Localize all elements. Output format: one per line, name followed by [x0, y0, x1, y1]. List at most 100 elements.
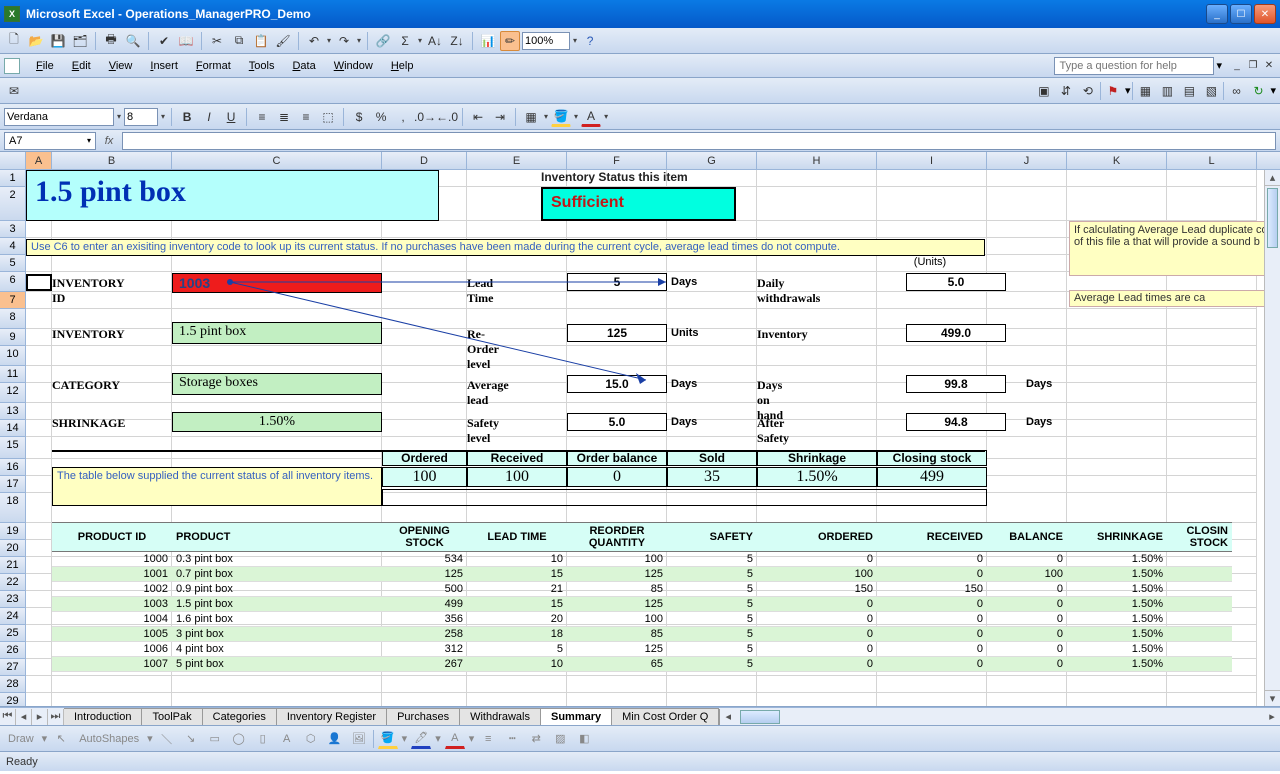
- close-button[interactable]: ✕: [1254, 4, 1276, 24]
- oval-icon[interactable]: ◯: [229, 729, 249, 749]
- row-header-3[interactable]: 3: [0, 221, 26, 238]
- col-header-C[interactable]: C: [172, 152, 382, 169]
- fill-color-icon[interactable]: 🪣: [551, 107, 571, 127]
- table-row[interactable]: 10053 pint box258188550001.50%: [52, 627, 1232, 642]
- open-icon[interactable]: 📂: [26, 31, 46, 51]
- select-objects-icon[interactable]: ↖: [51, 729, 71, 749]
- row-header-28[interactable]: 28: [0, 676, 26, 693]
- row-header-19[interactable]: 19: [0, 523, 26, 540]
- sheet-tab-inventory-register[interactable]: Inventory Register: [277, 708, 387, 725]
- font-color2-icon[interactable]: A: [445, 729, 465, 749]
- row-header-15[interactable]: 15: [0, 437, 26, 459]
- print-icon[interactable]: 🖶: [101, 31, 121, 51]
- sheet-tab-summary[interactable]: Summary: [541, 708, 612, 725]
- format-painter-icon[interactable]: 🖌: [273, 31, 293, 51]
- italic-icon[interactable]: I: [199, 107, 219, 127]
- table-row[interactable]: 10064 pint box312512550001.50%: [52, 642, 1232, 657]
- envelope-icon[interactable]: ✉: [4, 81, 24, 101]
- tab-nav-next[interactable]: ▸: [32, 709, 48, 725]
- row-header-6[interactable]: 6: [0, 272, 26, 292]
- table-row[interactable]: 10010.7 pint box12515125510001001.50%: [52, 567, 1232, 582]
- dash-style-icon[interactable]: ┅: [502, 729, 522, 749]
- row-header-29[interactable]: 29: [0, 693, 26, 707]
- menu-help[interactable]: Help: [383, 58, 422, 74]
- doc-minimize-button[interactable]: _: [1230, 59, 1244, 73]
- vertical-scrollbar[interactable]: ▴ ▾: [1264, 170, 1280, 706]
- select-all-corner[interactable]: [0, 152, 26, 169]
- menu-data[interactable]: Data: [284, 58, 323, 74]
- tab-nav-last[interactable]: ⏭: [48, 709, 64, 725]
- row-header-14[interactable]: 14: [0, 420, 26, 437]
- new-icon[interactable]: 🗋: [4, 31, 24, 51]
- rectangle-icon[interactable]: ▭: [205, 729, 225, 749]
- picture-icon[interactable]: 🖼: [349, 729, 369, 749]
- scroll-thumb[interactable]: [1267, 188, 1278, 248]
- cut-icon[interactable]: ✂: [207, 31, 227, 51]
- hscroll-right-icon[interactable]: ▸: [1264, 709, 1280, 725]
- sheet-tab-toolpak[interactable]: ToolPak: [142, 708, 202, 725]
- row-header-12[interactable]: 12: [0, 383, 26, 403]
- merge-cells-icon[interactable]: ⬚: [318, 107, 338, 127]
- draw-menu[interactable]: Draw: [4, 733, 38, 745]
- autosum-icon[interactable]: Σ: [395, 31, 415, 51]
- textbox-icon[interactable]: ▯: [253, 729, 273, 749]
- tab-nav-first[interactable]: ⏮: [0, 709, 16, 725]
- spellcheck-icon[interactable]: ✔: [154, 31, 174, 51]
- fx-icon[interactable]: fx: [100, 132, 118, 150]
- scroll-down-icon[interactable]: ▾: [1265, 690, 1280, 706]
- 3d-icon[interactable]: ◧: [574, 729, 594, 749]
- underline-icon[interactable]: U: [221, 107, 241, 127]
- print-preview-icon[interactable]: 🔍: [123, 31, 143, 51]
- table-row[interactable]: 10020.9 pint box5002185515015001.50%: [52, 582, 1232, 597]
- fill-color2-icon[interactable]: 🪣: [378, 729, 398, 749]
- hscroll-thumb[interactable]: [740, 710, 780, 724]
- row-header-25[interactable]: 25: [0, 625, 26, 642]
- row-header-11[interactable]: 11: [0, 366, 26, 383]
- link-icon[interactable]: ∞: [1226, 81, 1246, 101]
- row-header-7[interactable]: 7: [0, 292, 26, 309]
- hscroll-left-icon[interactable]: ◂: [720, 709, 736, 725]
- sheet-tab-purchases[interactable]: Purchases: [387, 708, 460, 725]
- help-icon[interactable]: ?: [580, 31, 600, 51]
- refresh-icon[interactable]: ↻: [1248, 81, 1268, 101]
- decrease-decimal-icon[interactable]: ←.0: [437, 107, 457, 127]
- chart-icon[interactable]: 📊: [478, 31, 498, 51]
- menu-view[interactable]: View: [101, 58, 141, 74]
- col-header-K[interactable]: K: [1067, 152, 1167, 169]
- table-row[interactable]: 10000.3 pint box5341010050001.50%: [52, 552, 1232, 567]
- decrease-indent-icon[interactable]: ⇤: [468, 107, 488, 127]
- wordart-icon[interactable]: A: [277, 729, 297, 749]
- sheet-tab-introduction[interactable]: Introduction: [64, 708, 142, 725]
- tab-nav-prev[interactable]: ◂: [16, 709, 32, 725]
- menu-format[interactable]: Format: [188, 58, 239, 74]
- percent-icon[interactable]: %: [371, 107, 391, 127]
- undo-icon[interactable]: ↶: [304, 31, 324, 51]
- menu-file[interactable]: File: [28, 58, 62, 74]
- row-header-24[interactable]: 24: [0, 608, 26, 625]
- shadow-icon[interactable]: ▨: [550, 729, 570, 749]
- zoom-select[interactable]: [522, 32, 570, 50]
- line-style-icon[interactable]: ≡: [478, 729, 498, 749]
- menu-insert[interactable]: Insert: [142, 58, 186, 74]
- border4-icon[interactable]: ▧: [1201, 81, 1221, 101]
- line-icon[interactable]: ＼: [157, 729, 177, 749]
- row-header-16[interactable]: 16: [0, 459, 26, 476]
- formula-input[interactable]: [122, 132, 1276, 150]
- drawing-toggle-icon[interactable]: ✏: [500, 31, 520, 51]
- font-color-icon[interactable]: A: [581, 107, 601, 127]
- table-row[interactable]: 10041.6 pint box3562010050001.50%: [52, 612, 1232, 627]
- sort-asc-icon[interactable]: A↓: [425, 31, 445, 51]
- menu-tools[interactable]: Tools: [241, 58, 283, 74]
- diagram-icon[interactable]: ⬡: [301, 729, 321, 749]
- arrow-icon[interactable]: ↘: [181, 729, 201, 749]
- scroll-up-icon[interactable]: ▴: [1265, 170, 1280, 186]
- col-header-F[interactable]: F: [567, 152, 667, 169]
- flag-icon[interactable]: ⚑: [1103, 81, 1123, 101]
- sync-scroll-icon[interactable]: ⇵: [1056, 81, 1076, 101]
- row-header-4[interactable]: 4: [0, 238, 26, 255]
- border2-icon[interactable]: ▥: [1157, 81, 1177, 101]
- redo-icon[interactable]: ↷: [334, 31, 354, 51]
- borders-icon[interactable]: ▦: [521, 107, 541, 127]
- arrow-style-icon[interactable]: ⇄: [526, 729, 546, 749]
- col-header-D[interactable]: D: [382, 152, 467, 169]
